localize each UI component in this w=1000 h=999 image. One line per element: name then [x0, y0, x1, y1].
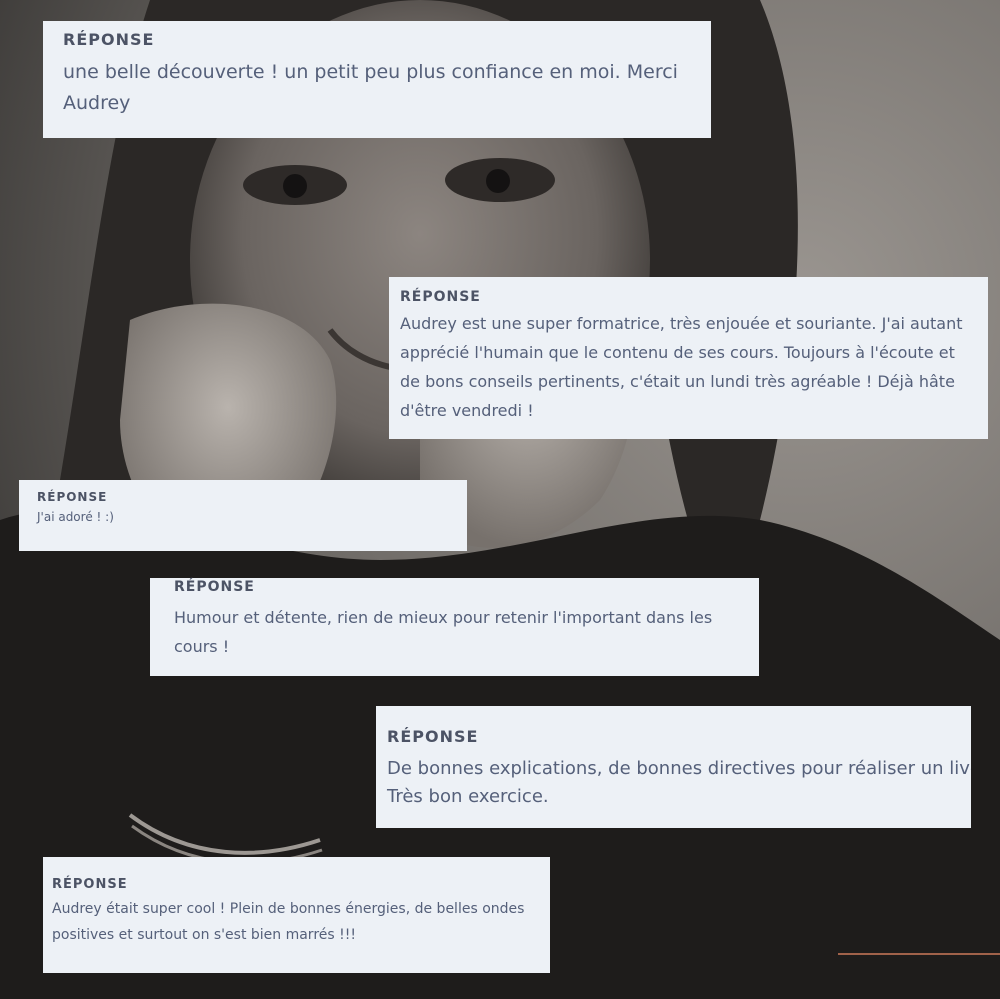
testimonial-card: RÉPONSE Humour et détente, rien de mieux… [150, 578, 759, 676]
response-label: RÉPONSE [63, 30, 155, 49]
testimonial-text: Humour et détente, rien de mieux pour re… [174, 608, 713, 656]
accent-divider-line [838, 953, 1000, 955]
response-label: RÉPONSE [387, 727, 479, 746]
testimonial-text: Audrey est une super formatrice, très en… [400, 314, 963, 420]
testimonials-collage: RÉPONSE une belle découverte ! un petit … [0, 0, 1000, 999]
testimonial-card: RÉPONSE Audrey était super cool ! Plein … [43, 857, 550, 973]
testimonial-card: RÉPONSE Audrey est une super formatrice,… [389, 277, 988, 439]
response-label: RÉPONSE [174, 579, 255, 595]
testimonial-card: RÉPONSE J'ai adoré ! :) [19, 480, 467, 551]
response-label: RÉPONSE [400, 289, 481, 305]
response-label: RÉPONSE [37, 490, 108, 504]
testimonial-text: Audrey était super cool ! Plein de bonne… [52, 901, 525, 943]
testimonial-text: De bonnes explications, de bonnes direct… [387, 758, 971, 807]
testimonial-text: J'ai adoré ! :) [37, 510, 114, 524]
testimonial-card: RÉPONSE une belle découverte ! un petit … [43, 21, 711, 138]
response-label: RÉPONSE [52, 877, 128, 892]
testimonial-text: une belle découverte ! un petit peu plus… [63, 61, 678, 114]
testimonial-card: RÉPONSE De bonnes explications, de bonne… [376, 706, 971, 828]
